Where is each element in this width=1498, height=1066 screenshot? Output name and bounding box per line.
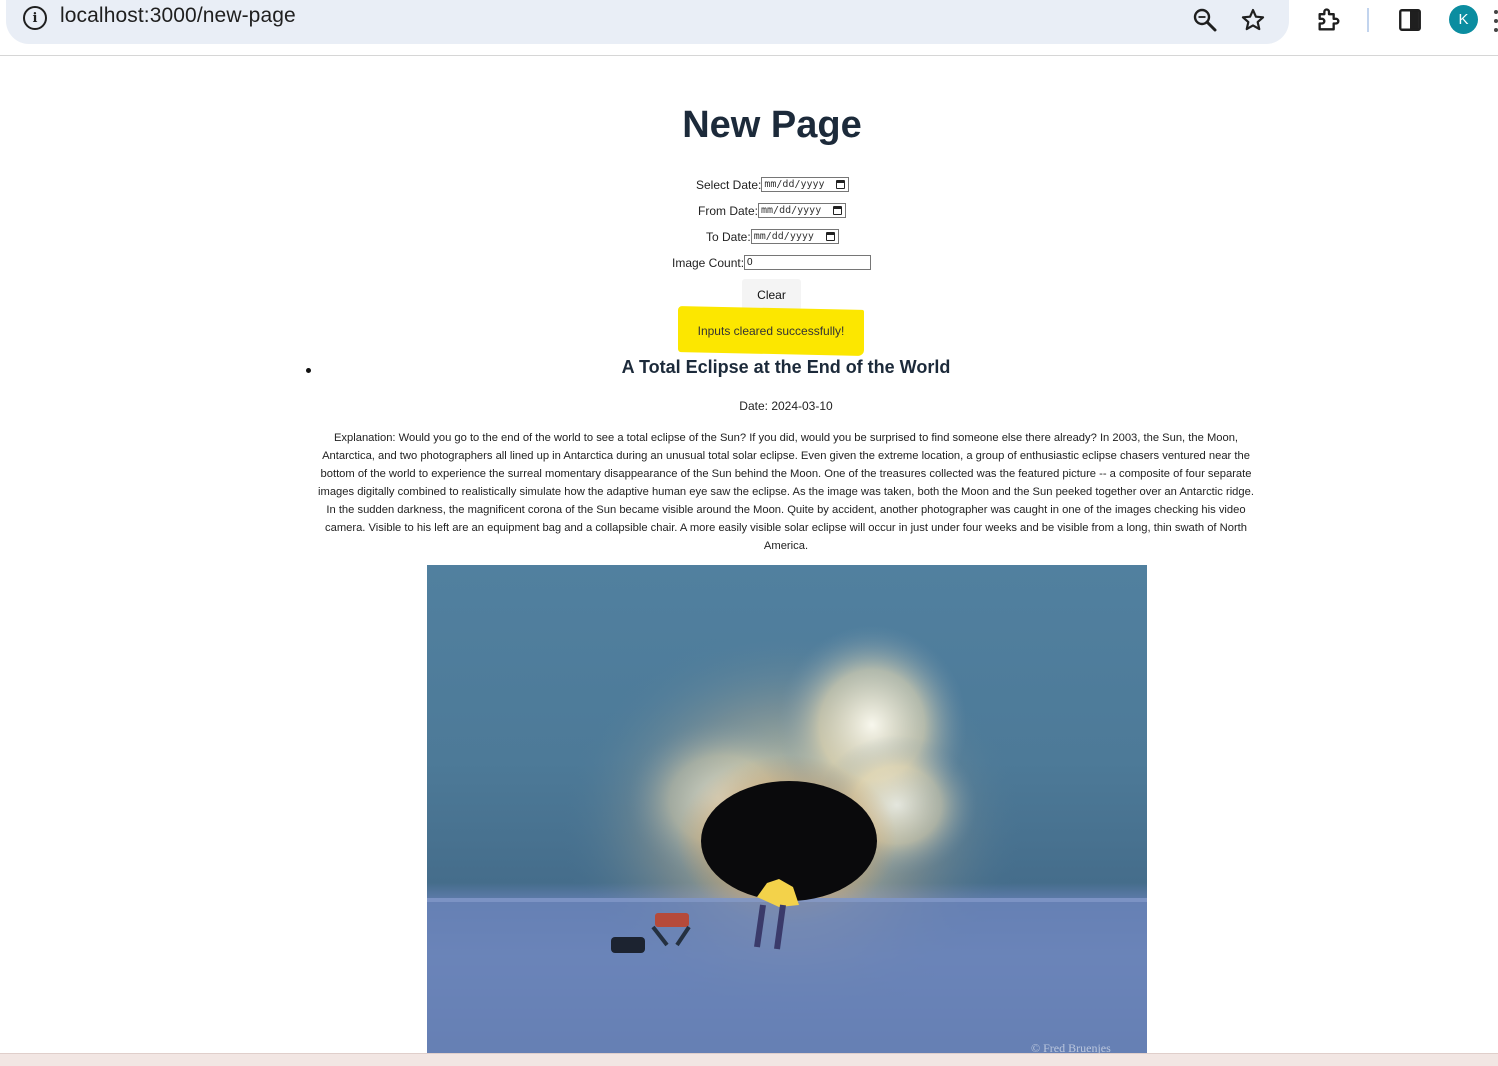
from-date-label: From Date: xyxy=(698,203,759,218)
calendar-icon[interactable] xyxy=(836,180,846,189)
calendar-icon[interactable] xyxy=(833,206,843,215)
browser-toolbar: i localhost:3000/new-page K xyxy=(0,0,1498,56)
address-bar[interactable]: i localhost:3000/new-page xyxy=(6,0,1289,44)
image-count-row: Image Count: 0 xyxy=(672,255,872,270)
url-text[interactable]: localhost:3000/new-page xyxy=(60,4,296,28)
star-icon[interactable] xyxy=(1238,5,1268,35)
from-date-row: From Date: mm/dd/yyyy xyxy=(698,203,847,218)
downloads-bar xyxy=(0,1053,1498,1066)
toolbar-separator xyxy=(1367,8,1369,32)
image-count-input[interactable]: 0 xyxy=(744,255,872,270)
select-date-placeholder: mm/dd/yyyy xyxy=(764,179,825,190)
zoom-icon[interactable] xyxy=(1190,5,1220,35)
avatar[interactable]: K xyxy=(1449,5,1478,34)
extensions-icon[interactable] xyxy=(1313,4,1345,36)
toast-message: Inputs cleared successfully! xyxy=(697,324,845,338)
to-date-label: To Date: xyxy=(706,229,751,244)
to-date-input[interactable]: mm/dd/yyyy xyxy=(750,229,839,244)
page-title: New Page xyxy=(682,104,862,146)
clear-button[interactable]: Clear xyxy=(742,279,801,310)
article-date: Date: 2024-03-10 xyxy=(739,399,833,413)
from-date-input[interactable]: mm/dd/yyyy xyxy=(758,203,847,218)
article-explanation: Explanation: Would you go to the end of … xyxy=(318,432,1254,552)
image-count-label: Image Count: xyxy=(672,255,745,270)
select-date-label: Select Date: xyxy=(696,177,762,192)
from-date-placeholder: mm/dd/yyyy xyxy=(761,205,822,216)
side-panel-icon[interactable] xyxy=(1395,5,1425,35)
select-date-input[interactable]: mm/dd/yyyy xyxy=(761,177,850,192)
menu-icon[interactable] xyxy=(1490,8,1498,36)
to-date-row: To Date: mm/dd/yyyy xyxy=(706,229,839,244)
info-icon[interactable]: i xyxy=(23,6,47,30)
eclipse-image xyxy=(427,565,1147,1054)
article-title: A Total Eclipse at the End of the World xyxy=(621,357,951,377)
select-date-row: Select Date: mm/dd/yyyy xyxy=(696,177,850,192)
to-date-placeholder: mm/dd/yyyy xyxy=(753,231,814,242)
calendar-icon[interactable] xyxy=(825,232,835,241)
